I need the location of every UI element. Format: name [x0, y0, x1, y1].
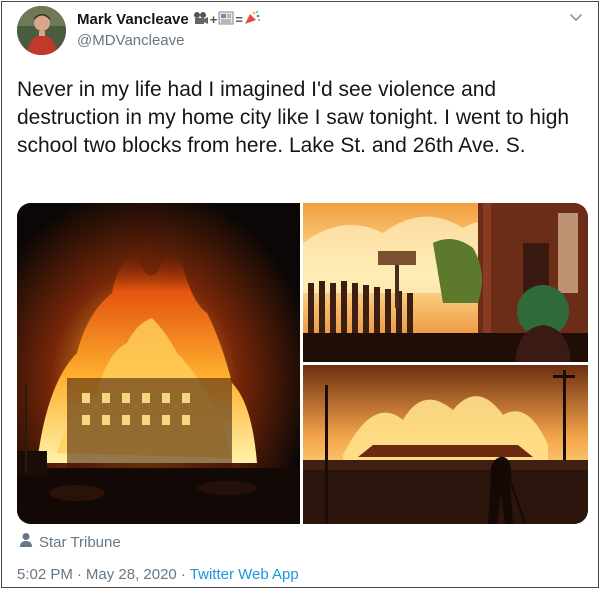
tweet-time[interactable]: 5:02 PM	[17, 566, 73, 583]
meta-separator: ·	[180, 566, 186, 583]
source-app-link[interactable]: Twitter Web App	[190, 566, 299, 583]
plus-symbol: +	[209, 12, 218, 27]
tweet-card: Mark Vancleave + = @MDVancleave Never in…	[1, 1, 599, 588]
newspaper-icon	[218, 11, 234, 28]
avatar[interactable]	[17, 6, 66, 55]
tweet-text: Never in my life had I imagined I'd see …	[17, 78, 570, 157]
person-icon	[19, 532, 33, 553]
meta-separator: ·	[76, 566, 82, 583]
photo-fire-behind-fence[interactable]	[303, 203, 588, 362]
party-popper-icon	[244, 11, 260, 28]
tweet-meta: 5:02 PM · May 28, 2020 · Twitter Web App	[17, 566, 299, 583]
tweet-date[interactable]: May 28, 2020	[86, 566, 177, 583]
display-name[interactable]: Mark Vancleave	[77, 11, 189, 28]
media-grid	[17, 203, 588, 524]
movie-camera-icon	[193, 11, 209, 28]
user-handle[interactable]: @MDVancleave	[77, 32, 185, 49]
source-label[interactable]: Star Tribune	[39, 534, 121, 551]
chevron-down-icon[interactable]	[568, 9, 584, 25]
equals-symbol: =	[235, 12, 243, 27]
photo-street-fire[interactable]	[303, 365, 588, 524]
photo-burning-building[interactable]	[17, 203, 300, 524]
name-emoji: + =	[193, 11, 260, 28]
media-source: Star Tribune	[19, 532, 121, 553]
